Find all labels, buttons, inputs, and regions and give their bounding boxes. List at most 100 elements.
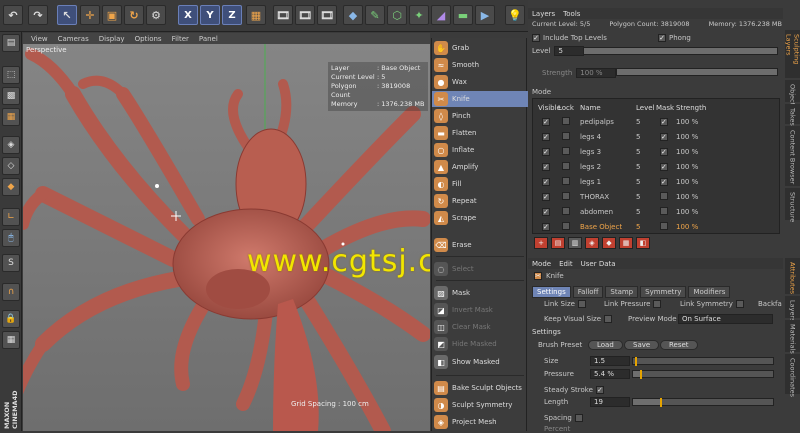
camera-icon[interactable]: ▶	[475, 5, 495, 25]
length-field[interactable]: 19	[590, 397, 630, 407]
viewport-menu-display[interactable]: Display	[99, 35, 125, 43]
sidetab-coordinates[interactable]: Coordinates	[785, 354, 800, 397]
cube-icon[interactable]: ◆	[343, 5, 363, 25]
coordinate-system-icon[interactable]: ▦	[246, 5, 266, 25]
render-picture-viewer-icon[interactable]: 🎞	[295, 5, 315, 25]
lock-checkbox[interactable]	[562, 222, 570, 230]
lock-checkbox[interactable]	[562, 162, 570, 170]
strength-field[interactable]: 100 %	[576, 68, 617, 78]
lock-checkbox[interactable]	[562, 147, 570, 155]
tab-symmetry[interactable]: Symmetry	[640, 286, 687, 298]
pressure-slider[interactable]	[632, 370, 774, 379]
layer-row[interactable]: ✓ pedipalps 5 ✓ 100 %	[536, 115, 783, 129]
x-axis-button[interactable]: X	[178, 5, 198, 25]
tab-settings[interactable]: Settings	[532, 286, 571, 298]
mirror-layer-icon[interactable]: ◧	[636, 237, 650, 249]
mask-checkbox[interactable]	[660, 192, 668, 200]
floor-icon[interactable]: ▬	[453, 5, 473, 25]
level-field[interactable]: 5	[554, 46, 585, 56]
visible-checkbox[interactable]: ✓	[542, 133, 550, 141]
viewport-menu-filter[interactable]: Filter	[172, 35, 189, 43]
tool-select[interactable]: ◌ Select	[432, 261, 528, 277]
pressure-field[interactable]: 5.4 %	[590, 369, 630, 379]
include-top-levels[interactable]: ✓ Include Top Levels	[532, 34, 607, 42]
sidetab-content-browser[interactable]: Content Browser	[785, 126, 800, 186]
layer-row[interactable]: ✓ abdomen 5 100 %	[536, 205, 783, 219]
link-size-checkbox[interactable]	[577, 300, 586, 308]
visible-checkbox[interactable]: ✓	[542, 148, 550, 156]
tool-bake-sculpt[interactable]: ▤ Bake Sculpt Objects	[432, 380, 528, 396]
visible-checkbox[interactable]: ✓	[542, 118, 550, 126]
subdivision-surface-icon[interactable]: ⬡	[387, 5, 407, 25]
layer-row[interactable]: ✓ legs 4 5 ✓ 100 %	[536, 130, 783, 144]
rotate-icon[interactable]: ↻	[124, 5, 144, 25]
spacing-checkbox[interactable]	[574, 414, 583, 422]
spline-pen-icon[interactable]: ✎	[365, 5, 385, 25]
preview-mode-select[interactable]: On Surface	[678, 314, 773, 324]
lock-checkbox[interactable]	[562, 207, 570, 215]
save-button[interactable]: Save	[624, 340, 660, 350]
tab-tools[interactable]: Tools	[563, 10, 580, 18]
tool-smooth[interactable]: ≈ Smooth	[432, 57, 528, 73]
magnet-icon[interactable]: ∩	[2, 283, 20, 301]
mask-checkbox[interactable]: ✓	[660, 163, 668, 171]
visible-checkbox[interactable]: ✓	[542, 193, 550, 201]
copy-layer-icon[interactable]: ▦	[619, 237, 633, 249]
make-editable-icon[interactable]: ▤	[2, 34, 20, 52]
tool-mask[interactable]: ▨ Mask	[432, 285, 528, 301]
render-settings-icon[interactable]: 🎞	[317, 5, 337, 25]
tool-fill[interactable]: ◐ Fill	[432, 176, 528, 192]
strength-slider[interactable]	[616, 68, 778, 76]
mask-checkbox[interactable]	[660, 207, 668, 215]
attr-menu-userdata[interactable]: User Data	[581, 260, 616, 268]
layer-row[interactable]: ✓ Base Object 5 100 %	[536, 220, 783, 234]
add-layer-icon[interactable]: +	[534, 237, 548, 249]
layer-row[interactable]: ✓ THORAX 5 100 %	[536, 190, 783, 204]
tool-flatten[interactable]: ▬ Flatten	[432, 125, 528, 141]
scale-icon[interactable]: ▣	[102, 5, 122, 25]
tool-pinch[interactable]: ◊ Pinch	[432, 108, 528, 124]
visible-checkbox[interactable]: ✓	[542, 163, 550, 171]
mask-checkbox[interactable]: ✓	[660, 148, 668, 156]
visible-checkbox[interactable]: ✓	[542, 178, 550, 186]
link-symmetry-option[interactable]: Link Symmetry	[680, 300, 744, 308]
viewport-menu-panel[interactable]: Panel	[199, 35, 218, 43]
polygons-mode-icon[interactable]: ◆	[2, 178, 20, 196]
mask-checkbox[interactable]: ✓	[660, 178, 668, 186]
viewport-menu-view[interactable]: View	[31, 35, 48, 43]
bake-layer-icon[interactable]: ◆	[602, 237, 616, 249]
tool-scrape[interactable]: ◭ Scrape	[432, 210, 528, 226]
mask-checkbox[interactable]	[660, 222, 668, 230]
move-icon[interactable]: ✛	[80, 5, 100, 25]
lock-workplane-icon[interactable]: 🔒	[2, 310, 20, 328]
tool-invert-mask[interactable]: ◪ Invert Mask	[432, 302, 528, 318]
steady-stroke-checkbox[interactable]: ✓	[595, 386, 604, 394]
tab-layers[interactable]: Layers	[532, 10, 555, 18]
length-slider[interactable]	[632, 398, 774, 407]
include-top-checkbox[interactable]: ✓	[532, 34, 540, 42]
tool-sculpt-symmetry[interactable]: ◑ Sculpt Symmetry	[432, 397, 528, 413]
size-field[interactable]: 1.5	[590, 356, 630, 366]
visible-checkbox[interactable]: ✓	[542, 223, 550, 231]
model-mode-icon[interactable]: ⬚	[2, 66, 20, 84]
backface-option[interactable]: Backfa	[758, 300, 782, 308]
sidetab-attributes[interactable]: Attributes	[785, 258, 800, 294]
tweak-mode-icon[interactable]: 🖱	[2, 229, 20, 247]
tool-amplify[interactable]: ▲ Amplify	[432, 159, 528, 175]
lock-checkbox[interactable]	[562, 177, 570, 185]
edges-mode-icon[interactable]: ◇	[2, 157, 20, 175]
mask-checkbox[interactable]: ✓	[660, 133, 668, 141]
layer-row[interactable]: ✓ legs 3 5 ✓ 100 %	[536, 145, 783, 159]
lock-checkbox[interactable]	[562, 192, 570, 200]
lock-checkbox[interactable]	[562, 132, 570, 140]
tool-repeat[interactable]: ↻ Repeat	[432, 193, 528, 209]
link-pressure-option[interactable]: Link Pressure	[604, 300, 662, 308]
steady-stroke-option[interactable]: Steady Stroke ✓	[544, 386, 604, 394]
points-mode-icon[interactable]: ◈	[2, 136, 20, 154]
tool-clear-mask[interactable]: ◫ Clear Mask	[432, 319, 528, 335]
recent-tool-icon[interactable]: ⚙	[146, 5, 166, 25]
load-button[interactable]: Load	[588, 340, 623, 350]
tab-modifiers[interactable]: Modifiers	[688, 286, 731, 298]
tool-project-mesh[interactable]: ◈ Project Mesh	[432, 414, 528, 430]
tool-knife[interactable]: ✂ Knife	[432, 91, 528, 107]
